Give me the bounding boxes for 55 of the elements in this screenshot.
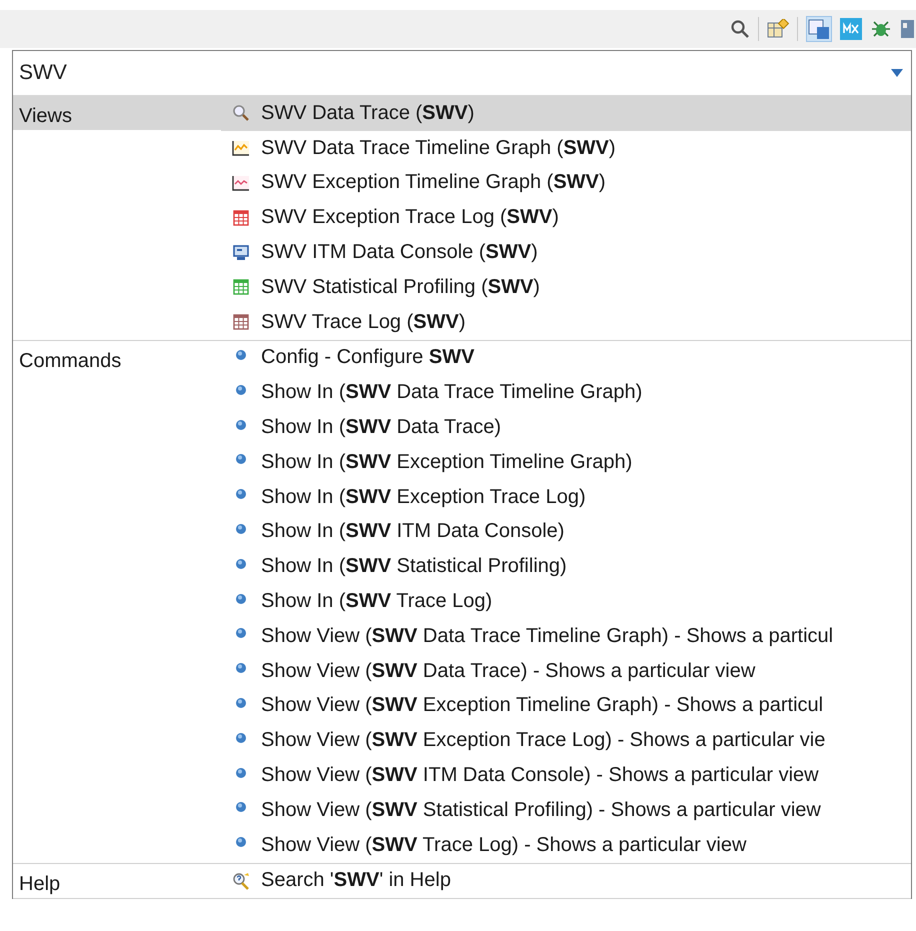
bullet-icon xyxy=(236,558,246,569)
result-item[interactable]: Show In (SWV Statistical Profiling) xyxy=(221,549,911,584)
result-item[interactable]: Show In (SWV Data Trace) xyxy=(221,410,911,445)
result-item[interactable]: SWV ITM Data Console (SWV) xyxy=(221,235,911,270)
table-icon xyxy=(231,208,251,228)
result-item[interactable]: Show In (SWV Exception Trace Log) xyxy=(221,480,911,515)
table-icon[interactable] xyxy=(767,19,789,39)
result-item[interactable]: Show View (SWV Trace Log) - Shows a particular view xyxy=(221,828,911,863)
result-item[interactable]: Show View (SWV Data Trace Timeline Graph) - Shows a particul xyxy=(221,618,911,654)
result-item[interactable]: Show View (SWV Exception Timeline Graph) - Shows a particul xyxy=(221,688,911,724)
search-field[interactable]: SWV xyxy=(19,61,891,85)
result-item[interactable]: SWV Statistical Profiling (SWV) xyxy=(221,270,911,305)
bullet-icon xyxy=(236,732,246,743)
bullet-icon xyxy=(236,454,246,464)
result-item[interactable]: SWV Data Trace Timeline Graph (SWV) xyxy=(221,130,911,166)
category-label: Help xyxy=(18,872,62,897)
mx-icon[interactable] xyxy=(840,18,862,40)
result-item[interactable]: Show View (SWV Statistical Profiling) - Shows a particular view xyxy=(221,792,911,828)
line-chart-icon xyxy=(231,138,251,158)
category-label: Commands xyxy=(18,348,122,374)
bullet-icon xyxy=(236,350,246,360)
magnifier-icon xyxy=(231,103,251,124)
bullet-icon xyxy=(236,384,246,395)
result-item[interactable]: SWV Trace Log (SWV) xyxy=(221,304,911,340)
bullet-icon xyxy=(236,768,246,778)
result-item[interactable]: Show In (SWV Trace Log) xyxy=(221,584,911,619)
category-label: Views xyxy=(13,96,221,130)
result-item[interactable]: Show In (SWV ITM Data Console) xyxy=(221,514,911,550)
bullet-icon xyxy=(236,802,246,812)
bullet-icon xyxy=(236,698,246,708)
result-item[interactable]: Config - Configure SWV xyxy=(221,340,911,376)
result-item[interactable]: Show In (SWV Data Trace Timeline Graph) xyxy=(221,375,911,410)
table-icon xyxy=(231,312,251,332)
result-item[interactable]: SWV Exception Trace Log (SWV) xyxy=(221,200,911,236)
result-item[interactable]: Show View (SWV ITM Data Console) - Shows a particular view xyxy=(221,758,911,793)
monitor-icon xyxy=(231,242,251,263)
bullet-icon xyxy=(236,489,246,500)
result-item[interactable]: Search 'SWV' in Help xyxy=(221,864,911,898)
help-search-icon xyxy=(231,870,251,891)
bullet-icon xyxy=(236,524,246,534)
table-icon xyxy=(231,277,251,298)
result-item[interactable]: Show View (SWV Exception Trace Log) - Shows a particular vie xyxy=(221,723,911,758)
window-icon[interactable] xyxy=(806,16,832,42)
result-item[interactable]: Show In (SWV Exception Timeline Graph) xyxy=(221,444,911,480)
bullet-icon xyxy=(236,837,246,848)
bullet-icon xyxy=(236,594,246,604)
bullet-icon xyxy=(236,628,246,638)
search-icon[interactable] xyxy=(730,19,750,39)
panel-icon[interactable] xyxy=(900,18,914,40)
result-item[interactable]: SWV Data Trace (SWV) xyxy=(221,96,911,131)
result-item[interactable]: SWV Exception Timeline Graph (SWV) xyxy=(221,166,911,200)
result-item[interactable]: Show View (SWV Data Trace) - Shows a particular view xyxy=(221,654,911,689)
dropdown-caret-icon[interactable] xyxy=(891,69,903,77)
bullet-icon xyxy=(236,663,246,674)
bullet-icon xyxy=(236,420,246,430)
